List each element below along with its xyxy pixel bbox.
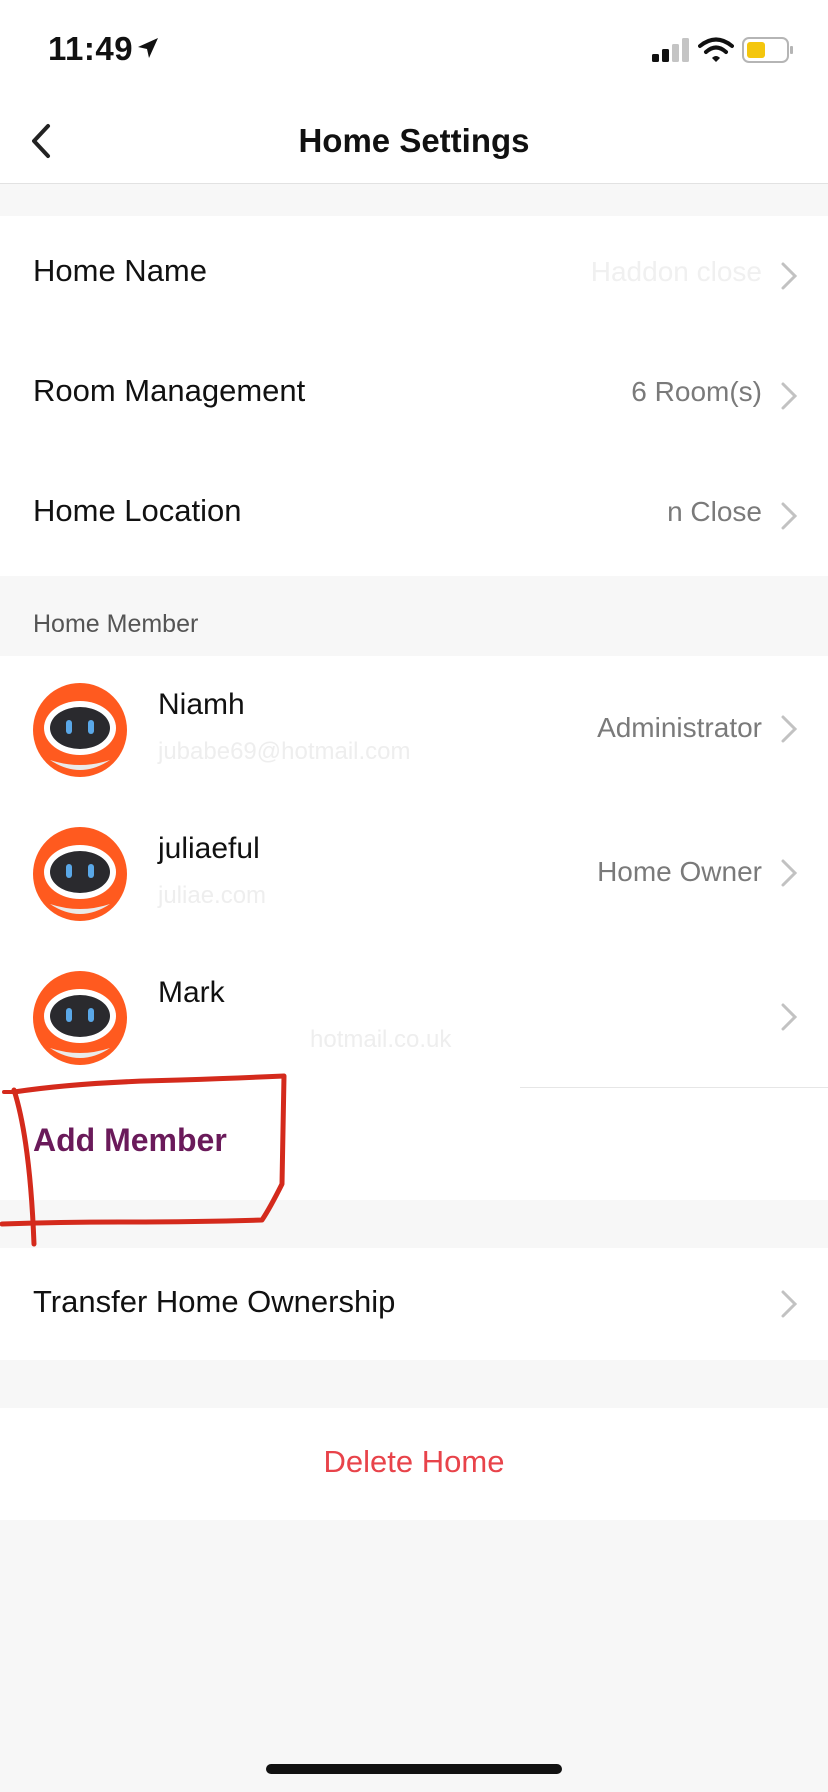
home-member-header: Home Member <box>33 610 199 638</box>
home-location-row[interactable]: Home Location n Close <box>0 456 828 576</box>
chevron-right-icon <box>781 859 798 887</box>
chevron-right-icon <box>781 502 798 530</box>
room-count-value: 6 Room(s) <box>631 376 762 407</box>
divider <box>520 1087 828 1088</box>
chevron-right-icon <box>781 382 798 410</box>
robot-avatar-icon <box>33 827 127 921</box>
delete-home-button[interactable]: Delete Home <box>0 1444 828 1480</box>
home-indicator <box>266 1764 562 1774</box>
navigation-bar: Home Settings <box>0 100 828 184</box>
home-name-row[interactable]: Home Name Haddon close <box>0 216 828 336</box>
signal-icon <box>652 38 689 62</box>
transfer-ownership-label: Transfer Home Ownership <box>33 1284 396 1319</box>
location-arrow-icon <box>138 38 158 58</box>
robot-avatar-icon <box>33 971 127 1065</box>
room-management-row[interactable]: Room Management 6 Room(s) <box>0 336 828 456</box>
status-bar: 11:49 <box>0 0 828 100</box>
member-email: juliae.com <box>158 882 267 909</box>
home-settings-section: Home Name Haddon close Room Management 6… <box>0 216 828 576</box>
room-management-label: Room Management <box>33 373 306 408</box>
chevron-right-icon <box>781 262 798 290</box>
member-role: Administrator <box>597 712 762 743</box>
robot-avatar-icon <box>33 683 127 777</box>
page-title: Home Settings <box>298 122 530 159</box>
battery-icon <box>742 37 793 63</box>
member-name: Niamh <box>158 688 245 721</box>
member-name: juliaeful <box>158 832 260 865</box>
member-name: Mark <box>158 976 225 1009</box>
home-location-value: n Close <box>667 496 762 527</box>
status-time: 11:49 <box>48 30 134 67</box>
home-name-value: Haddon close <box>590 256 762 287</box>
chevron-right-icon <box>781 1003 798 1031</box>
member-row[interactable]: juliaeful juliae.com Home Owner <box>0 800 828 944</box>
home-location-label: Home Location <box>33 493 242 528</box>
chevron-right-icon <box>781 715 798 743</box>
member-role: Home Owner <box>597 856 762 887</box>
home-name-label: Home Name <box>33 253 207 288</box>
chevron-right-icon <box>781 1290 798 1318</box>
member-email: hotmail.co.uk <box>310 1026 452 1053</box>
member-row[interactable]: Mark hotmail.co.uk <box>0 944 828 1088</box>
wifi-icon <box>698 37 734 62</box>
member-row[interactable]: Niamh jubabe69@hotmail.com Administrator <box>0 656 828 800</box>
member-email: jubabe69@hotmail.com <box>158 738 411 765</box>
annotation-highlight <box>0 1073 287 1247</box>
